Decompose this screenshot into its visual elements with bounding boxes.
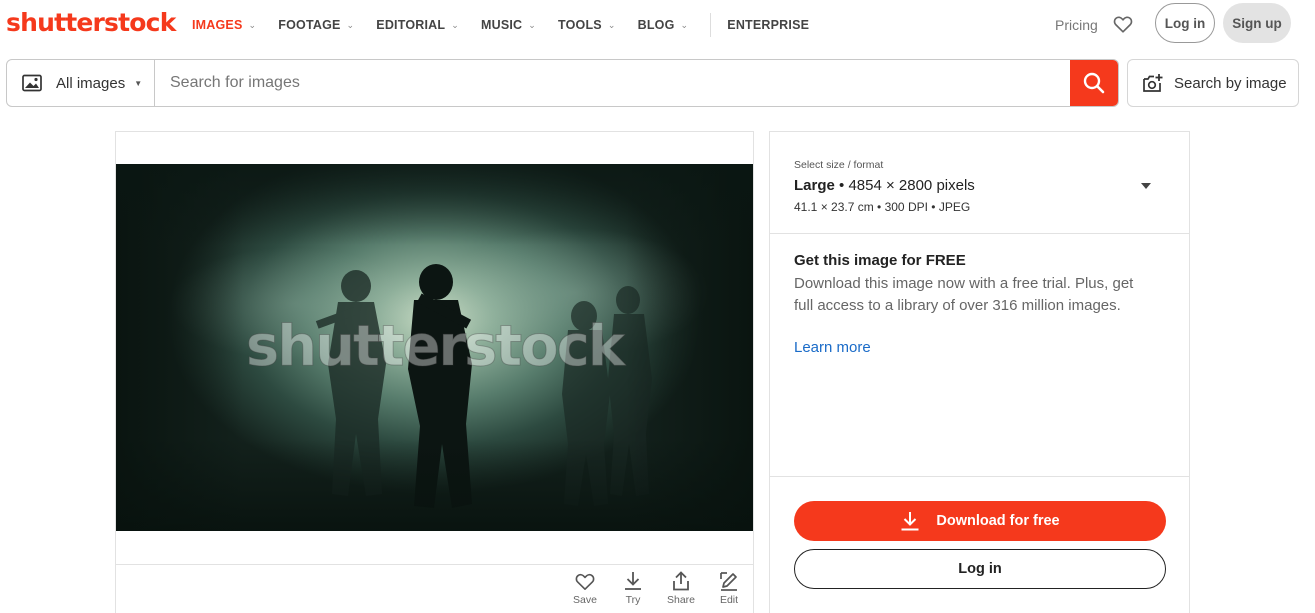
caret-down-icon: ▼: [134, 78, 143, 88]
camera-plus-icon: [1143, 74, 1163, 92]
chevron-down-icon: ⌄: [680, 19, 689, 30]
search-bar: All images ▼: [6, 59, 1119, 107]
header-login-button[interactable]: Log in: [1155, 3, 1215, 43]
size-details: 41.1 × 23.7 cm • 300 DPI • JPEG: [794, 200, 971, 214]
search-icon: [1083, 72, 1105, 94]
search-button[interactable]: [1070, 60, 1118, 106]
nav-editorial[interactable]: EDITORIAL ⌄: [376, 18, 459, 32]
main-nav: IMAGES ⌄ FOOTAGE ⌄ EDITORIAL ⌄ MUSIC ⌄ T…: [192, 13, 831, 37]
watermark: shutterstock: [245, 314, 625, 380]
size-pixels: • 4854 × 2800 pixels: [834, 177, 975, 194]
chevron-down-icon: ⌄: [528, 19, 537, 30]
try-button[interactable]: Try: [613, 571, 653, 606]
download-label: Download for free: [936, 513, 1060, 529]
image-tools-bar: Save Try Share Edit: [116, 564, 753, 613]
save-button[interactable]: Save: [565, 571, 605, 606]
nav-tools-label: TOOLS: [558, 18, 602, 32]
nav-footage[interactable]: FOOTAGE ⌄: [278, 18, 354, 32]
nav-editorial-label: EDITORIAL: [376, 18, 446, 32]
nav-blog-label: BLOG: [637, 18, 675, 32]
image-icon: [22, 74, 42, 92]
download-for-free-button[interactable]: Download for free: [794, 501, 1166, 541]
share-label: Share: [666, 594, 696, 606]
edit-label: Edit: [719, 594, 739, 606]
download-icon: [625, 572, 641, 590]
size-caption: Select size / format: [794, 159, 884, 171]
nav-images-label: IMAGES: [192, 18, 243, 32]
size-format-selector[interactable]: Select size / format Large • 4854 × 2800…: [770, 132, 1189, 234]
nav-music-label: MUSIC: [480, 18, 523, 32]
favorites-heart-icon[interactable]: [1112, 13, 1134, 35]
stock-photo[interactable]: shutterstock: [116, 164, 753, 531]
heart-icon: [575, 573, 595, 590]
chevron-down-icon: ⌄: [451, 19, 459, 30]
share-button[interactable]: Share: [661, 571, 701, 606]
download-icon: [901, 512, 919, 531]
image-preview-panel: shutterstock Save Try Share Edit: [115, 131, 754, 613]
free-offer-title: Get this image for FREE: [794, 252, 966, 269]
try-label: Try: [625, 594, 641, 606]
size-name: Large: [794, 177, 835, 194]
caret-down-icon: [1141, 183, 1151, 189]
nav-blog[interactable]: BLOG ⌄: [638, 18, 689, 32]
image-type-label: All images: [56, 74, 126, 92]
nav-tools[interactable]: TOOLS ⌄: [558, 18, 616, 32]
nav-enterprise[interactable]: ENTERPRISE: [727, 18, 809, 32]
search-by-image-label: Search by image: [1174, 74, 1287, 92]
chevron-down-icon: ⌄: [346, 19, 355, 30]
login-button[interactable]: Log in: [794, 549, 1166, 589]
image-type-dropdown[interactable]: All images ▼: [7, 60, 155, 106]
share-icon: [673, 571, 689, 591]
save-label: Save: [573, 594, 597, 606]
size-selected: Large • 4854 × 2800 pixels: [794, 177, 975, 194]
edit-button[interactable]: Edit: [709, 571, 749, 606]
header-signup-button[interactable]: Sign up: [1223, 3, 1291, 43]
nav-enterprise-label: ENTERPRISE: [727, 18, 810, 32]
learn-more-link[interactable]: Learn more: [794, 339, 871, 356]
shutterstock-logo[interactable]: shutterstock: [6, 7, 176, 39]
free-offer: Get this image for FREE Download this im…: [770, 234, 1189, 477]
nav-images[interactable]: IMAGES ⌄: [192, 18, 256, 32]
top-header: shutterstock IMAGES ⌄ FOOTAGE ⌄ EDITORIA…: [0, 0, 1315, 52]
nav-footage-label: FOOTAGE: [278, 18, 341, 32]
purchase-panel: Select size / format Large • 4854 × 2800…: [769, 131, 1190, 613]
search-input[interactable]: [155, 60, 1070, 106]
chevron-down-icon: ⌄: [248, 19, 257, 30]
search-by-image-button[interactable]: Search by image: [1127, 59, 1299, 107]
nav-divider: [710, 13, 712, 37]
chevron-down-icon: ⌄: [607, 19, 616, 30]
pricing-link[interactable]: Pricing: [1055, 17, 1098, 33]
nav-music[interactable]: MUSIC ⌄: [481, 18, 536, 32]
edit-icon: [720, 572, 737, 591]
free-offer-text: Download this image now with a free tria…: [794, 275, 1134, 314]
